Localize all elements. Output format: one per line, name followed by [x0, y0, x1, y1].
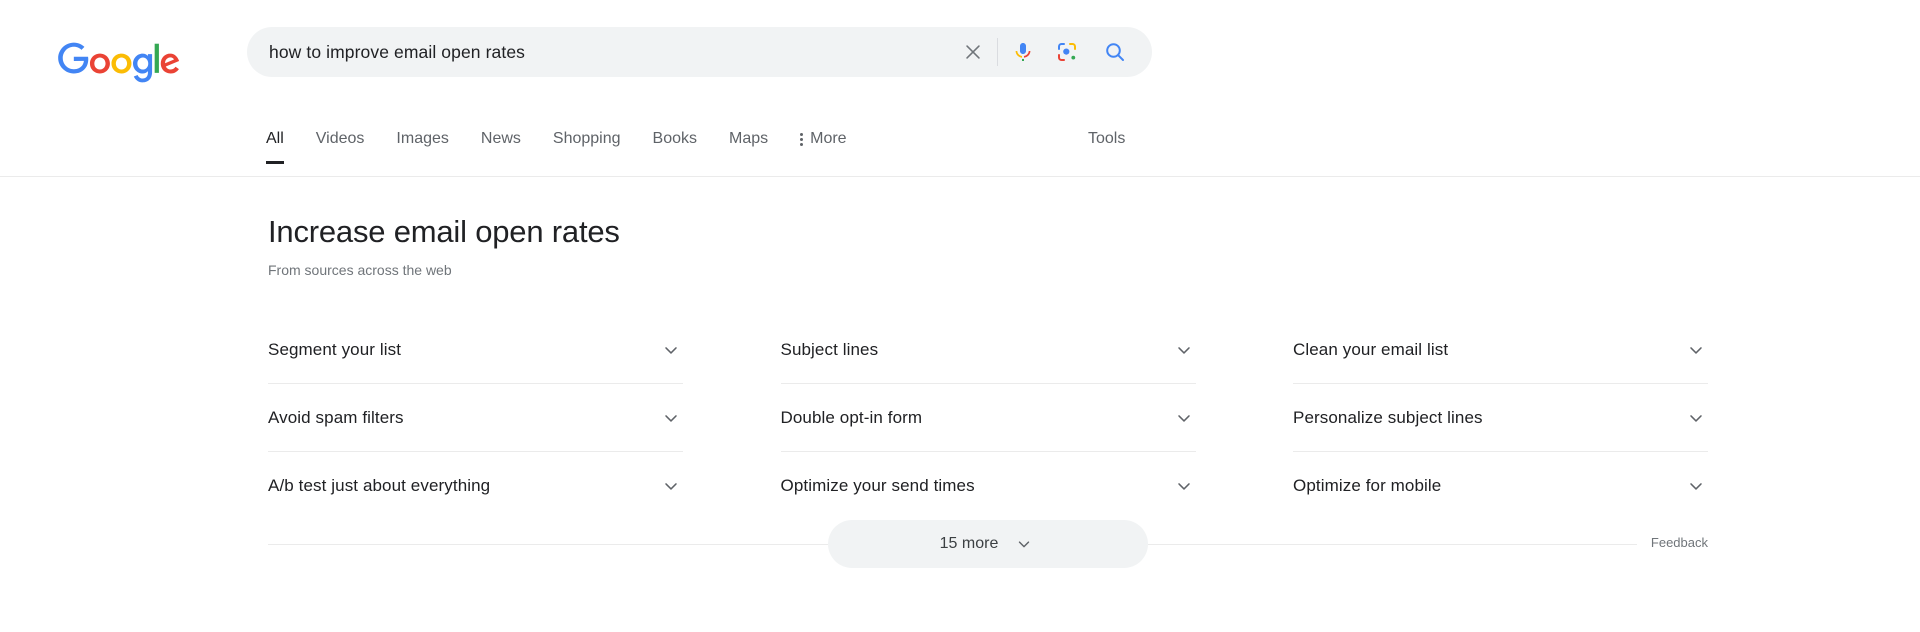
chevron-down-icon [1684, 474, 1708, 498]
accordion-label: Segment your list [268, 339, 402, 359]
chevron-down-icon [1684, 338, 1708, 362]
tab-videos-label: Videos [315, 130, 365, 147]
tools-button[interactable]: Tools [1088, 128, 1125, 150]
google-lens-icon[interactable] [1050, 32, 1084, 72]
google-logo[interactable] [58, 42, 180, 84]
tab-images[interactable]: Images [396, 128, 448, 164]
chevron-down-icon [1012, 532, 1036, 556]
accordion-column-1: Segment your list Avoid spam filters A/b… [268, 316, 683, 520]
accordion-label: Subject lines [780, 339, 879, 359]
chevron-down-icon [659, 406, 683, 430]
chevron-down-icon [1684, 406, 1708, 430]
accordion-label: A/b test just about everything [268, 476, 491, 495]
tab-maps[interactable]: Maps [729, 128, 768, 164]
kebab-menu-icon [800, 131, 804, 147]
chevron-down-icon [659, 474, 683, 498]
accordion-item-segment-your-list[interactable]: Segment your list [268, 316, 683, 384]
page-subtitle: From sources across the web [268, 262, 452, 278]
chevron-down-icon [1172, 406, 1196, 430]
chevron-down-icon [1172, 474, 1196, 498]
tab-more[interactable]: More [800, 128, 847, 164]
accordion-item-personalize-subject-lines[interactable]: Personalize subject lines [1293, 384, 1708, 452]
tab-news[interactable]: News [481, 128, 521, 164]
tab-maps-label: Maps [729, 130, 769, 147]
microphone-icon[interactable] [1006, 32, 1040, 72]
tab-videos[interactable]: Videos [316, 128, 365, 164]
search-divider [997, 38, 998, 66]
feedback-label: Feedback [1650, 535, 1708, 550]
tab-more-label: More [810, 130, 847, 147]
search-bar[interactable] [247, 27, 1152, 77]
tools-label: Tools [1088, 130, 1126, 147]
accordion-label: Personalize subject lines [1293, 407, 1483, 427]
accordion-item-ab-test-just-about-everything[interactable]: A/b test just about everything [268, 452, 683, 520]
chevron-down-icon [659, 338, 683, 362]
page-title: Increase email open rates [268, 214, 620, 249]
feedback-link[interactable]: Feedback [1636, 534, 1708, 552]
accordion-item-double-opt-in-form[interactable]: Double opt-in form [780, 384, 1196, 452]
clear-icon[interactable] [953, 32, 993, 72]
accordion-label: Avoid spam filters [268, 407, 404, 427]
tab-shopping[interactable]: Shopping [553, 128, 621, 164]
accordion-label: Double opt-in form [780, 407, 923, 427]
tab-books-label: Books [652, 130, 697, 147]
chevron-down-icon [1172, 338, 1196, 362]
search-header: All Videos Images News Shopping Books Ma… [0, 0, 1920, 177]
accordion-column-2: Subject lines Double opt-in form Optimiz… [780, 316, 1196, 520]
show-more-label: 15 more [939, 535, 999, 552]
accordion-item-optimize-your-send-times[interactable]: Optimize your send times [781, 452, 1196, 520]
tab-news-label: News [480, 130, 521, 147]
things-to-know-module: Increase email open rates From sources a… [268, 212, 1708, 570]
tab-all[interactable]: All [266, 128, 284, 164]
accordion-item-subject-lines[interactable]: Subject lines [780, 316, 1196, 384]
accordion-label: Clean your email list [1293, 339, 1449, 359]
tab-shopping-label: Shopping [552, 130, 621, 147]
tab-books[interactable]: Books [653, 128, 697, 164]
accordion-label: Optimize for mobile [1293, 476, 1442, 495]
module-footer: 15 more Feedback [268, 520, 1708, 570]
tab-all-label: All [266, 130, 284, 147]
accordion-item-clean-your-email-list[interactable]: Clean your email list [1293, 316, 1708, 384]
search-input[interactable] [247, 27, 953, 77]
accordion-column-3: Clean your email list Personalize subjec… [1293, 316, 1708, 520]
accordion-grid: Segment your list Avoid spam filters A/b… [268, 316, 1708, 520]
accordion-item-optimize-for-mobile[interactable]: Optimize for mobile [1293, 452, 1708, 520]
search-submit-icon[interactable] [1098, 32, 1132, 72]
show-more-button[interactable]: 15 more [828, 520, 1148, 568]
accordion-label: Optimize your send times [780, 476, 975, 495]
accordion-item-avoid-spam-filters[interactable]: Avoid spam filters [268, 384, 683, 452]
search-tabs: All Videos Images News Shopping Books Ma… [266, 128, 847, 177]
tab-images-label: Images [396, 130, 449, 147]
